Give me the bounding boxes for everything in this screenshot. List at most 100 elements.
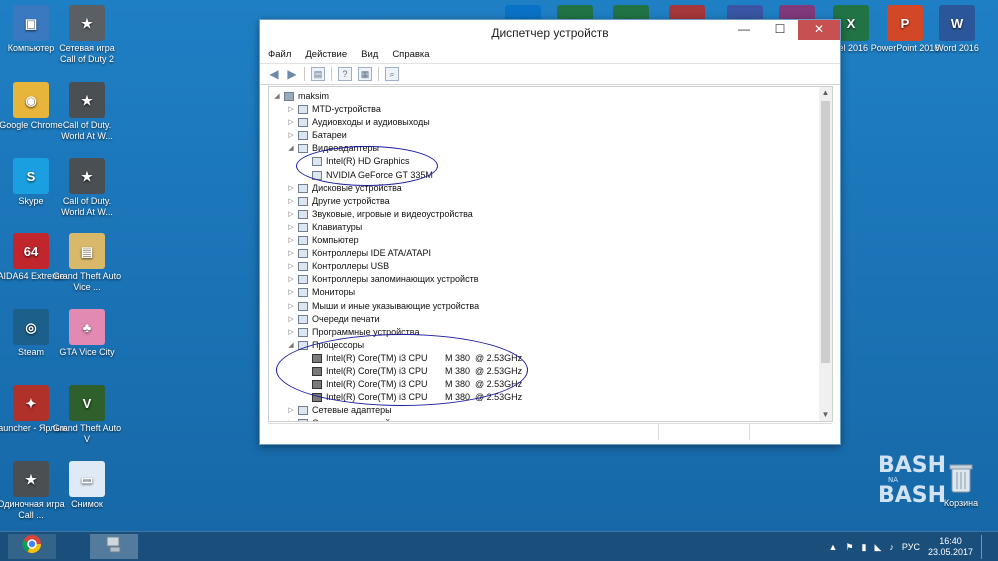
expand-arrow-icon[interactable]: ▷: [287, 247, 295, 260]
window-titlebar[interactable]: Диспетчер устройств — ☐ ✕: [260, 20, 840, 45]
expand-arrow-icon[interactable]: ▷: [287, 326, 295, 339]
input-language[interactable]: РУС: [902, 542, 920, 552]
back-arrow-icon[interactable]: ◀: [268, 68, 280, 80]
tree-item-label: Intel(R) Core(TM) i3 CPU M 380 @ 2.53GHz: [326, 379, 523, 390]
expand-arrow-icon[interactable]: ▷: [287, 208, 295, 221]
tree-category[interactable]: ▷ Батареи: [287, 129, 347, 142]
desktop-icon-office[interactable]: W Word 2016: [922, 5, 992, 54]
collapse-arrow-icon[interactable]: ◢: [287, 142, 295, 155]
tree-category[interactable]: ▷ Звуковые, игровые и видеоустройства: [287, 208, 473, 221]
close-button[interactable]: ✕: [798, 20, 840, 40]
collapse-arrow-icon[interactable]: ◢: [273, 90, 281, 103]
tree-category[interactable]: ▷ Контроллеры запоминающих устройств: [287, 273, 478, 286]
tree-category[interactable]: ▷ Аудиовходы и аудиовыходы: [287, 116, 430, 129]
menu-view[interactable]: Вид: [361, 49, 378, 60]
device-icon: [298, 236, 308, 245]
expand-arrow-icon[interactable]: ▷: [287, 273, 295, 286]
desktop-icon[interactable]: ★ Call of Duty. World At W...: [52, 158, 122, 218]
tree-root[interactable]: ◢ maksim: [273, 90, 329, 103]
processor-icon: [312, 393, 322, 403]
expand-arrow-icon[interactable]: ▷: [287, 300, 295, 313]
desktop-icon[interactable]: ▭ Снимок: [52, 461, 122, 510]
show-hidden-icons-icon[interactable]: ▲: [829, 542, 838, 552]
tree-device[interactable]: Intel(R) Core(TM) i3 CPU M 380 @ 2.53GHz: [301, 378, 522, 391]
scrollbar-thumb[interactable]: [821, 101, 830, 363]
tree-device[interactable]: Intel(R) Core(TM) i3 CPU M 380 @ 2.53GHz: [301, 391, 522, 404]
tree-category[interactable]: ▷ Контроллеры IDE ATA/ATAPI: [287, 247, 431, 260]
device-icon: [298, 183, 308, 193]
menu-help[interactable]: Справка: [392, 49, 429, 60]
tree-item-label: Intel(R) HD Graphics: [326, 156, 410, 167]
tree-item-label: Системные устройства: [312, 417, 409, 421]
maximize-button[interactable]: ☐: [766, 20, 794, 40]
expand-arrow-icon[interactable]: ▷: [287, 116, 295, 129]
expand-arrow-icon[interactable]: ▷: [287, 182, 295, 195]
battery-icon[interactable]: ▮: [862, 542, 867, 553]
tree-category[interactable]: ▷ Контроллеры USB: [287, 260, 389, 273]
expand-arrow-icon[interactable]: ▷: [287, 313, 295, 326]
expand-arrow-icon[interactable]: ▷: [287, 234, 295, 247]
tree-device[interactable]: Intel(R) Core(TM) i3 CPU M 380 @ 2.53GHz: [301, 352, 522, 365]
volume-icon[interactable]: ♪: [889, 542, 894, 552]
expand-arrow-icon[interactable]: ▷: [287, 286, 295, 299]
desktop-icon[interactable]: ♣ GTA Vice City: [52, 309, 122, 358]
menu-file[interactable]: Файл: [268, 49, 291, 60]
taskbar-chrome[interactable]: [8, 534, 56, 559]
tree-category[interactable]: ▷ Очереди печати: [287, 313, 380, 326]
collapse-arrow-icon[interactable]: ◢: [287, 339, 295, 352]
tree-category[interactable]: ▷ Системные устройства: [287, 417, 409, 421]
desktop-icon[interactable]: ▤ Grand Theft Auto Vice ...: [52, 233, 122, 293]
tree-category[interactable]: ▷ Клавиатуры: [287, 221, 362, 234]
action-center-icon[interactable]: ⚑: [845, 542, 853, 553]
tree-device[interactable]: Intel(R) Core(TM) i3 CPU M 380 @ 2.53GHz: [301, 365, 522, 378]
desktop-icon-label: Сетевая игра Call of Duty 2: [59, 43, 115, 64]
tree-category[interactable]: ▷ Сетевые адаптеры: [287, 404, 392, 417]
expand-arrow-icon[interactable]: ▷: [287, 129, 295, 142]
tree-category[interactable]: ▷ Компьютер: [287, 234, 359, 247]
view-icon[interactable]: ▦: [358, 67, 372, 81]
tree-item-label: Контроллеры запоминающих устройств: [312, 274, 479, 285]
tree-category[interactable]: ▷ Мыши и иные указывающие устройства: [287, 300, 479, 313]
app-icon: 64: [13, 233, 49, 269]
desktop-icon[interactable]: ★ Сетевая игра Call of Duty 2: [52, 5, 122, 65]
help-icon[interactable]: ?: [338, 67, 352, 81]
device-icon: [298, 209, 308, 219]
taskbar-device-manager[interactable]: [90, 534, 138, 559]
tree-category[interactable]: ▷ Мониторы: [287, 286, 355, 299]
tree-device[interactable]: NVIDIA GeForce GT 335M: [301, 169, 433, 182]
expand-arrow-icon[interactable]: ▷: [287, 417, 295, 421]
clock[interactable]: 16:40 23.05.2017: [928, 536, 973, 558]
show-desktop-button[interactable]: [981, 535, 988, 559]
desktop-icon[interactable]: V Grand Theft Auto V: [52, 385, 122, 445]
tree-category[interactable]: ◢ Процессоры: [287, 339, 364, 352]
properties-icon[interactable]: ▤: [311, 67, 325, 81]
minimize-button[interactable]: —: [730, 20, 758, 40]
device-icon: [298, 222, 308, 232]
app-icon: ◎: [13, 309, 49, 345]
expand-arrow-icon[interactable]: ▷: [287, 404, 295, 417]
forward-arrow-icon[interactable]: ▶: [286, 68, 298, 80]
app-icon: ✦: [13, 385, 49, 421]
vertical-scrollbar[interactable]: ▲ ▼: [819, 87, 832, 421]
app-icon: ★: [13, 461, 49, 497]
tree-category[interactable]: ▷ Программные устройства: [287, 326, 419, 339]
expand-arrow-icon[interactable]: ▷: [287, 260, 295, 273]
tree-category[interactable]: ▷ Дисковые устройства: [287, 182, 402, 195]
expand-arrow-icon[interactable]: ▷: [287, 103, 295, 116]
tree-category[interactable]: ◢ Видеоадаптеры: [287, 142, 379, 155]
scroll-down-icon[interactable]: ▼: [819, 409, 832, 421]
menu-action[interactable]: Действие: [305, 49, 347, 60]
tree-item-label: Звуковые, игровые и видеоустройства: [312, 208, 473, 219]
app-icon: V: [69, 385, 105, 421]
tree-category[interactable]: ▷ MTD-устройства: [287, 103, 381, 116]
scan-hardware-icon[interactable]: ⌕: [385, 67, 399, 81]
app-icon: ▤: [69, 233, 105, 269]
tree-item-label: Мыши и иные указывающие устройства: [312, 300, 480, 311]
tree-device[interactable]: Intel(R) HD Graphics: [301, 155, 410, 168]
expand-arrow-icon[interactable]: ▷: [287, 195, 295, 208]
expand-arrow-icon[interactable]: ▷: [287, 221, 295, 234]
network-icon[interactable]: ◣: [875, 542, 882, 553]
tree-category[interactable]: ▷ Другие устройства: [287, 195, 390, 208]
scroll-up-icon[interactable]: ▲: [819, 87, 832, 99]
desktop-icon[interactable]: ★ Call of Duty. World At W...: [52, 82, 122, 142]
